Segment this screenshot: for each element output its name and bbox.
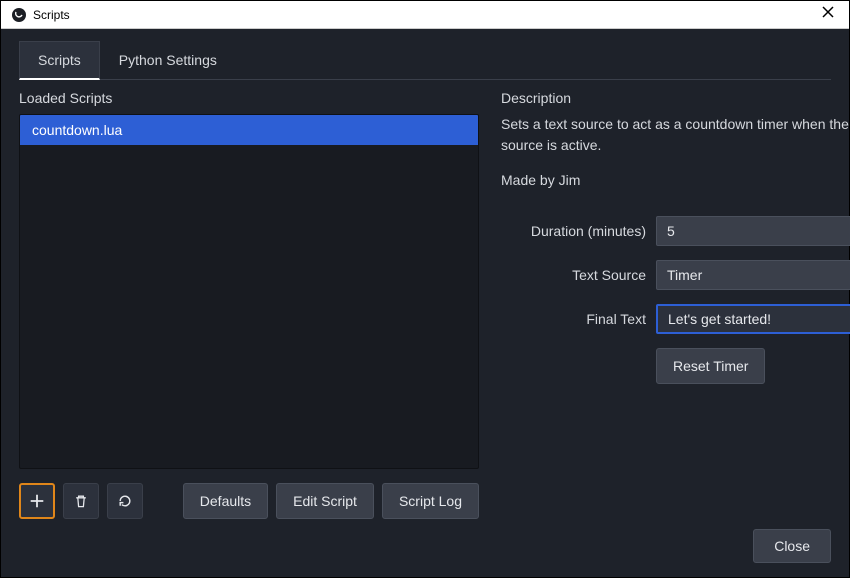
trash-icon xyxy=(73,493,89,509)
reload-scripts-button[interactable] xyxy=(107,483,143,519)
app-icon xyxy=(11,7,27,23)
add-script-button[interactable] xyxy=(19,483,55,519)
content-area: Scripts Python Settings Loaded Scripts c… xyxy=(1,29,849,577)
loaded-scripts-label: Loaded Scripts xyxy=(19,90,479,106)
duration-input[interactable] xyxy=(657,223,850,239)
plus-icon xyxy=(28,492,46,510)
duration-spinbox[interactable]: ˄ ˅ xyxy=(656,216,850,246)
defaults-button[interactable]: Defaults xyxy=(183,483,268,519)
duration-label: Duration (minutes) xyxy=(501,223,656,239)
scripts-window: Scripts Scripts Python Settings Loaded S… xyxy=(0,0,850,578)
description-text: Sets a text source to act as a countdown… xyxy=(501,114,850,156)
edit-script-button[interactable]: Edit Script xyxy=(276,483,374,519)
remove-script-button[interactable] xyxy=(63,483,99,519)
titlebar: Scripts xyxy=(1,1,849,29)
description-author: Made by Jim xyxy=(501,172,850,188)
close-button[interactable]: Close xyxy=(753,529,831,563)
text-source-value: Timer xyxy=(657,267,850,283)
tab-bar: Scripts Python Settings xyxy=(19,41,831,80)
window-close-button[interactable] xyxy=(817,5,839,24)
window-title: Scripts xyxy=(33,8,817,22)
text-source-label: Text Source xyxy=(501,267,656,283)
script-log-button[interactable]: Script Log xyxy=(382,483,479,519)
final-text-input[interactable] xyxy=(656,304,850,334)
loaded-scripts-list[interactable]: countdown.lua xyxy=(19,114,479,469)
reload-icon xyxy=(117,493,133,509)
tab-python-settings[interactable]: Python Settings xyxy=(100,41,236,80)
list-item[interactable]: countdown.lua xyxy=(20,115,478,145)
tab-scripts[interactable]: Scripts xyxy=(19,41,100,80)
description-label: Description xyxy=(501,90,850,106)
text-source-select[interactable]: Timer xyxy=(656,260,850,290)
reset-timer-button[interactable]: Reset Timer xyxy=(656,348,765,384)
final-text-label: Final Text xyxy=(501,311,656,327)
